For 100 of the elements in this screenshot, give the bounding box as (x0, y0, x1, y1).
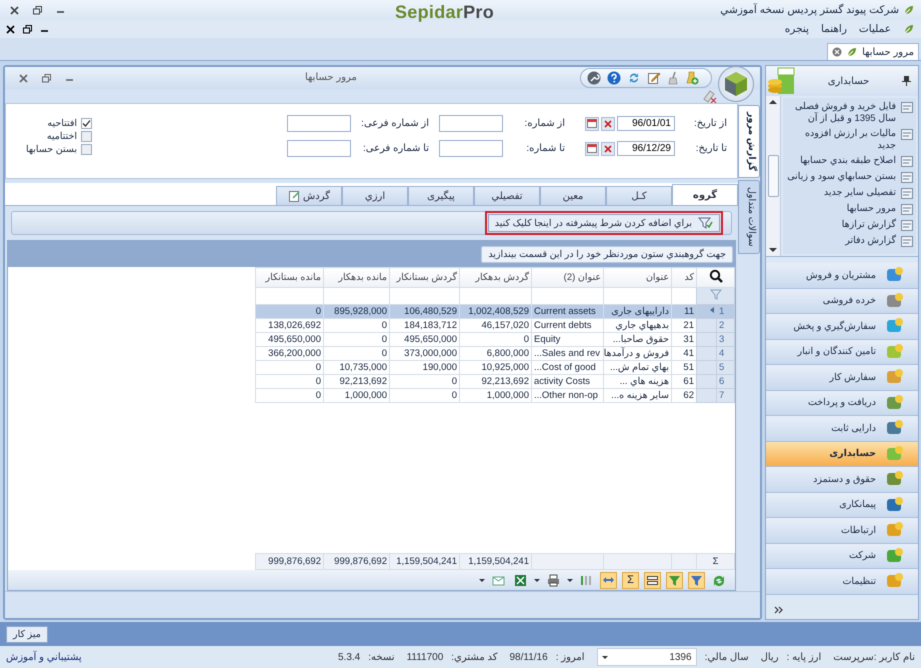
help-icon[interactable] (607, 71, 621, 85)
shortcut-link[interactable]: گزارش دفاتر (785, 235, 896, 247)
broom-icon[interactable] (667, 71, 679, 85)
column-header[interactable]: عنوان (2) (532, 268, 604, 288)
column-header[interactable]: عنوان (604, 268, 672, 288)
shortcut-link[interactable]: فایل خرید و فروش فصلی سال 1395 و قبل از آن (785, 101, 896, 125)
side-tab[interactable]: سوالات متداول (738, 180, 760, 254)
caret-icon[interactable] (479, 578, 485, 582)
rows-button[interactable] (644, 572, 661, 588)
module-button[interactable]: شرکت (766, 544, 918, 569)
shortcut-link[interactable]: مالیات بر ارزش افزوده جدید (785, 128, 896, 152)
module-button[interactable]: سفارش‌گیري و پخش (766, 314, 918, 340)
row-number: 6 (716, 374, 734, 388)
refresh-icon[interactable] (627, 71, 641, 85)
pin-icon[interactable] (901, 75, 912, 87)
support-link[interactable]: پشتیباني و آموزش (6, 652, 82, 662)
printer-icon (547, 574, 560, 586)
funnel-icon (698, 216, 713, 230)
logo: SepidarPro (395, 2, 494, 23)
filter-button[interactable] (666, 572, 683, 588)
caret-icon (602, 654, 608, 660)
document-icon (900, 235, 914, 248)
restore-icon[interactable] (23, 24, 32, 34)
shortcut-link[interactable]: مرور حسابها (785, 203, 896, 215)
leaf-icon (903, 4, 915, 16)
module-button[interactable]: تنظیمات (766, 569, 918, 594)
close-icon[interactable] (6, 24, 15, 34)
printer-button[interactable] (545, 572, 562, 588)
sum-button[interactable]: Σ (622, 572, 639, 588)
checkbox[interactable] (81, 144, 92, 155)
tab[interactable]: معین (540, 186, 606, 205)
status-label: سال مالي: (704, 652, 749, 662)
side-tab[interactable]: گزارش مرور (738, 105, 760, 178)
search-icon[interactable] (708, 269, 722, 283)
module-button[interactable]: سفارش کار (766, 365, 918, 390)
desktop-button[interactable]: میز کار (6, 626, 48, 642)
table-cell: 495,650,000 (256, 332, 324, 346)
module-button[interactable]: دریافت و پرداخت (766, 390, 918, 416)
module-button[interactable]: خرده فروشی (766, 288, 918, 314)
add-icon[interactable] (685, 71, 699, 85)
tab[interactable]: گروه (672, 184, 738, 205)
module-button[interactable]: حسابداری (766, 442, 918, 467)
shortcut-link[interactable]: اصلاح طبقه بندي حسابها (785, 155, 896, 167)
document-tab[interactable]: مرور حسابها (827, 43, 919, 60)
shortcut-link[interactable]: بستن حسابهاي سود و زیانی (785, 171, 896, 183)
date-field[interactable]: 96/12/29 (617, 141, 675, 156)
close-icon[interactable] (10, 6, 19, 14)
scrollbar[interactable] (766, 96, 781, 256)
checkbox[interactable] (81, 131, 92, 142)
tab[interactable]: گردش (276, 186, 342, 205)
number-field[interactable] (287, 140, 351, 157)
menu-item[interactable]: راهنما (820, 23, 847, 35)
column-header[interactable]: گردش بدهکار (460, 268, 532, 288)
edit-icon[interactable] (647, 71, 661, 85)
number-field[interactable] (439, 115, 503, 132)
restore-icon[interactable] (33, 6, 42, 14)
close-icon (603, 144, 613, 154)
year-dropdown[interactable]: 1396 (596, 648, 697, 666)
close-icon (603, 118, 613, 128)
wrench-icon[interactable] (587, 71, 601, 85)
module-icon (886, 394, 904, 412)
calendar-button[interactable] (585, 142, 599, 156)
number-field[interactable] (439, 140, 503, 157)
number-field[interactable] (287, 115, 351, 132)
eraser-icon[interactable] (702, 88, 718, 104)
column-header[interactable]: کد (672, 268, 696, 288)
module-button[interactable]: حقوق و دستمزد (766, 467, 918, 492)
module-button[interactable]: تامین کنندگان و انبار (766, 340, 918, 365)
tab[interactable]: کـل (606, 186, 672, 205)
app-menu-button[interactable] (718, 66, 754, 102)
clear-button[interactable] (601, 116, 615, 130)
module-button[interactable]: دارایی ثابت (766, 416, 918, 442)
calendar-icon (587, 143, 597, 154)
checkbox[interactable] (81, 118, 92, 129)
column-header[interactable]: مانده بدهکار (324, 268, 390, 288)
date-field[interactable]: 96/01/01 (617, 116, 675, 131)
module-button[interactable]: ارتباطات (766, 518, 918, 544)
module-button[interactable]: مشتریان و فروش (766, 263, 918, 288)
table-cell: 46,157,020 (460, 318, 532, 332)
shortcut-link[interactable]: تفصیلی سایر جدید (785, 187, 896, 199)
row-number: 3 (716, 332, 734, 346)
resize-button[interactable] (600, 572, 617, 588)
tab[interactable]: ارزي (342, 186, 408, 205)
menu-item[interactable]: عملیات (858, 23, 891, 35)
scroll-thumb[interactable] (768, 155, 778, 197)
filter-button[interactable] (688, 572, 705, 588)
shortcut-link[interactable]: گزارش ترازها (785, 219, 896, 231)
clear-button[interactable] (601, 142, 615, 156)
module-button[interactable]: پیمانکاری (766, 492, 918, 518)
calendar-button[interactable] (585, 116, 599, 130)
column-header[interactable]: مانده بستانکار (256, 268, 324, 288)
caret-icon[interactable] (534, 578, 540, 582)
menu-item[interactable]: پنجره (784, 23, 809, 35)
tab[interactable]: پیگیری (408, 186, 474, 205)
tab[interactable]: تفصیلي (474, 186, 540, 205)
chevron-icon[interactable] (774, 606, 783, 614)
add-condition-button[interactable]: براي اضافه کردن شرط پیشرفته در اینجا کلیک کنید (488, 214, 720, 232)
caret-icon[interactable] (567, 578, 573, 582)
column-header[interactable]: گردش بستانکار (390, 268, 460, 288)
field-label: از شماره: (524, 118, 566, 129)
